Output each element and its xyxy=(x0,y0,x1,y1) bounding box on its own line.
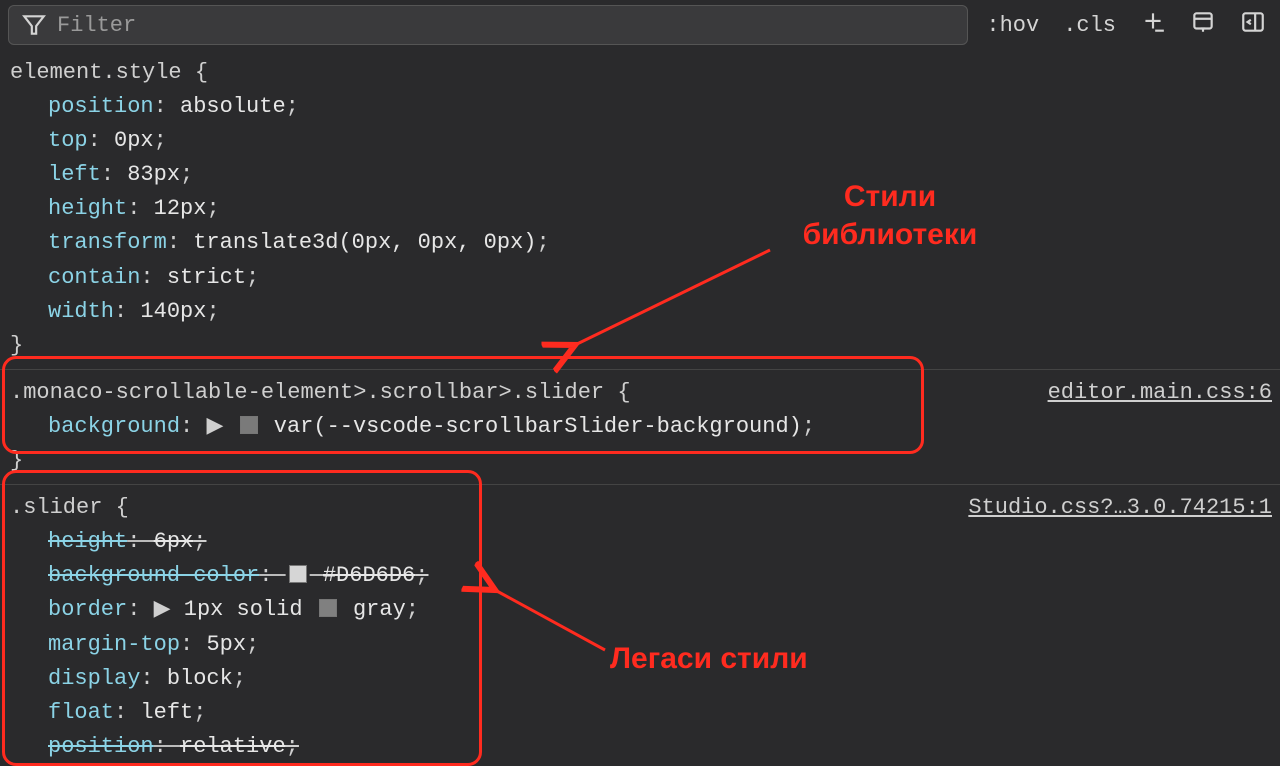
computed-panel-button[interactable] xyxy=(1184,5,1222,46)
color-swatch[interactable] xyxy=(240,416,258,434)
color-swatch[interactable] xyxy=(319,599,337,617)
prop-legacy-float[interactable]: float: left; xyxy=(10,696,1270,730)
expand-icon[interactable]: ▶ xyxy=(154,597,171,622)
prop-contain[interactable]: contain: strict; xyxy=(10,261,1270,295)
prop-legacy-display[interactable]: display: block; xyxy=(10,662,1270,696)
prop-height[interactable]: height: 12px; xyxy=(10,192,1270,226)
filter-box[interactable] xyxy=(8,5,968,45)
toggle-sidebar-button[interactable] xyxy=(1234,5,1272,46)
filter-icon xyxy=(21,12,47,38)
prop-legacy-position[interactable]: position: relative; xyxy=(10,730,1270,764)
prop-legacy-border[interactable]: border: ▶ 1px solid gray; xyxy=(10,593,1270,627)
prop-top[interactable]: top: 0px; xyxy=(10,124,1270,158)
selector-inline[interactable]: element.style xyxy=(10,60,182,85)
cls-toggle[interactable]: .cls xyxy=(1057,9,1122,42)
prop-position[interactable]: position: absolute; xyxy=(10,90,1270,124)
prop-legacy-height[interactable]: height: 6px; xyxy=(10,525,1270,559)
new-rule-button[interactable] xyxy=(1134,5,1172,46)
styles-panel: element.style { position: absolute; top:… xyxy=(0,50,1280,766)
source-link-library[interactable]: editor.main.css:6 xyxy=(1048,376,1272,410)
styles-toolbar: :hov .cls xyxy=(0,0,1280,50)
rule-inline[interactable]: element.style { position: absolute; top:… xyxy=(0,50,1280,369)
hov-toggle[interactable]: :hov xyxy=(980,9,1045,42)
prop-left[interactable]: left: 83px; xyxy=(10,158,1270,192)
selector-library[interactable]: .monaco-scrollable-element>.scrollbar>.s… xyxy=(10,380,604,405)
prop-transform[interactable]: transform: translate3d(0px, 0px, 0px); xyxy=(10,226,1270,260)
prop-background[interactable]: background: ▶ var(--vscode-scrollbarSlid… xyxy=(10,410,1270,444)
prop-legacy-bgcolor[interactable]: background-color: #D6D6D6; xyxy=(10,559,1270,593)
rule-library[interactable]: editor.main.css:6 .monaco-scrollable-ele… xyxy=(0,369,1280,484)
selector-legacy[interactable]: .slider xyxy=(10,495,102,520)
prop-legacy-margintop[interactable]: margin-top: 5px; xyxy=(10,628,1270,662)
prop-width[interactable]: width: 140px; xyxy=(10,295,1270,329)
expand-icon[interactable]: ▶ xyxy=(206,414,223,439)
filter-input[interactable] xyxy=(57,13,955,38)
source-link-legacy[interactable]: Studio.css?…3.0.74215:1 xyxy=(968,491,1272,525)
color-swatch[interactable] xyxy=(289,565,307,583)
rule-legacy[interactable]: Studio.css?…3.0.74215:1 .slider { height… xyxy=(0,484,1280,766)
